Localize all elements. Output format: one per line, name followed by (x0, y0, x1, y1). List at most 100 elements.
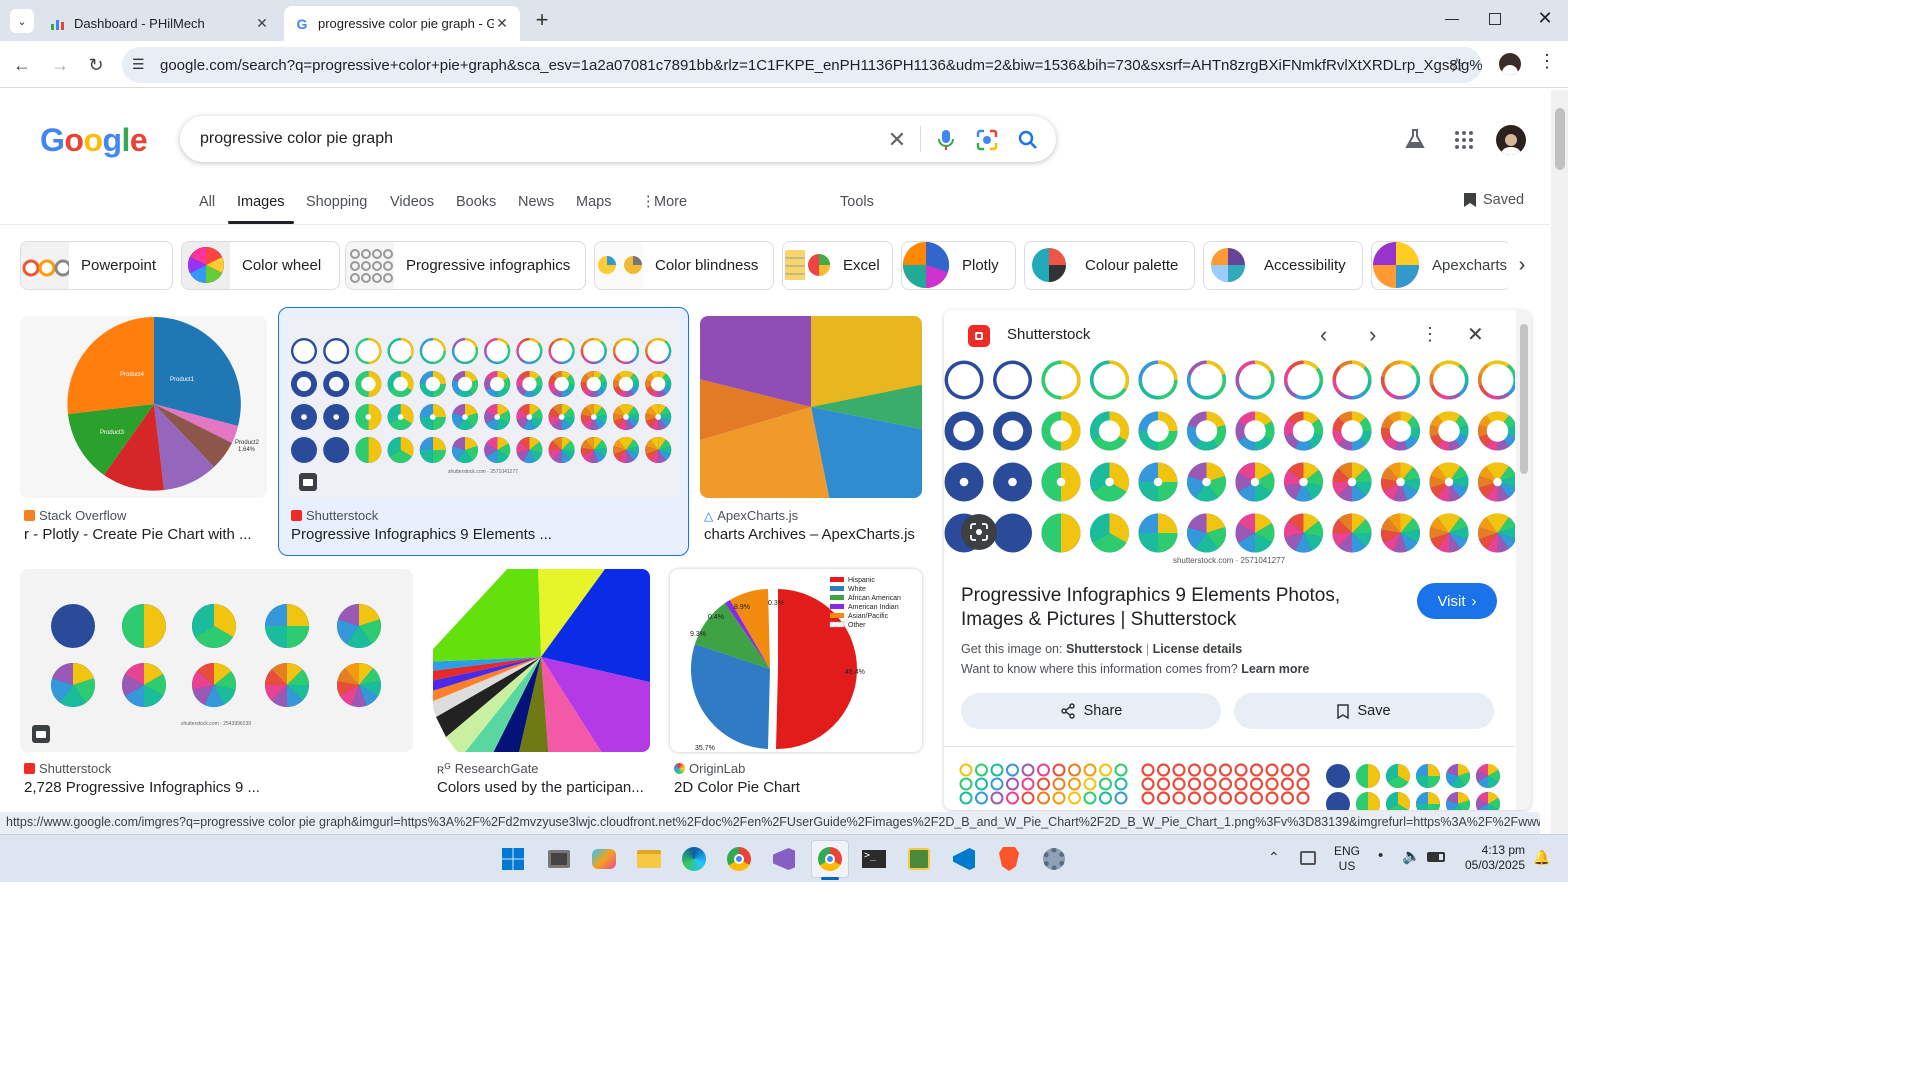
chip-color-wheel[interactable]: Color wheel (181, 241, 340, 290)
copilot-icon[interactable] (588, 843, 620, 875)
chip-apexcharts[interactable]: Apexcharts (1371, 241, 1511, 290)
chip-accessibility[interactable]: Accessibility (1203, 241, 1363, 290)
search-icon[interactable] (1016, 128, 1040, 152)
tray-app-icon[interactable] (1300, 851, 1316, 865)
wifi-icon[interactable]: • (1378, 847, 1383, 864)
edge-browser-icon[interactable] (678, 843, 710, 875)
chip-progressive-infographics[interactable]: Progressive infographics (345, 241, 586, 290)
close-tab-icon[interactable]: ✕ (494, 15, 510, 32)
result-card[interactable]: RG ResearchGate Colors used by the parti… (433, 569, 650, 801)
next-image-icon[interactable]: › (1369, 322, 1376, 348)
app-icon[interactable] (903, 843, 935, 875)
minimize-window-icon[interactable]: — (1442, 10, 1462, 26)
tab-maps[interactable]: Maps (576, 194, 611, 210)
restore-window-icon[interactable] (1489, 13, 1501, 25)
chip-thumbnail (182, 242, 230, 289)
chrome-active-app-icon[interactable] (811, 840, 849, 878)
tab-all[interactable]: All (199, 194, 215, 210)
share-button[interactable]: Share (961, 693, 1221, 729)
chip-colour-palette[interactable]: Colour palette (1024, 241, 1195, 290)
clock[interactable]: 4:13 pm 05/03/2025 (1455, 843, 1525, 873)
visual-studio-icon[interactable] (768, 843, 800, 875)
lens-search-icon[interactable] (975, 128, 999, 152)
task-view-icon[interactable] (543, 843, 575, 875)
chip-excel[interactable]: Excel (782, 241, 893, 290)
back-arrow-icon[interactable]: ← (8, 51, 36, 79)
brave-browser-icon[interactable] (993, 843, 1025, 875)
site-info-icon[interactable]: ☰ (132, 56, 145, 73)
chip-color-blindness[interactable]: Color blindness (594, 241, 774, 290)
language-indicator[interactable]: ENG US (1334, 844, 1360, 874)
result-title[interactable]: Colors used by the participan... (437, 779, 649, 796)
labs-flask-icon[interactable] (1405, 128, 1425, 155)
show-hidden-icons-chevron[interactable]: ⌃ (1268, 849, 1280, 866)
volume-icon[interactable]: 🔈 (1402, 847, 1421, 865)
panel-title[interactable]: Progressive Infographics 9 Elements Phot… (961, 584, 1391, 632)
panel-source-name[interactable]: Shutterstock (1007, 326, 1090, 343)
result-card-selected[interactable]: shutterstock.com · 2571041277 Shuttersto… (278, 307, 689, 556)
chips-scroll-right-icon[interactable]: › (1508, 241, 1536, 290)
file-explorer-icon[interactable] (633, 843, 665, 875)
tab-progressive-color-pie-graph[interactable]: G progressive color pie graph - G ✕ (284, 6, 520, 41)
page-scrollbar[interactable] (1551, 90, 1568, 834)
tab-books[interactable]: Books (456, 194, 496, 210)
search-input[interactable]: progressive color pie graph (180, 116, 1056, 162)
vscode-icon[interactable] (948, 843, 980, 875)
result-card[interactable]: Hispanic White African American American… (670, 569, 922, 801)
tab-dashboard-philmech[interactable]: Dashboard - PHilMech ✕ (40, 6, 280, 41)
notifications-icon[interactable]: 🔔 (1533, 849, 1550, 866)
tab-shopping[interactable]: Shopping (306, 194, 367, 210)
forward-arrow-icon[interactable]: → (46, 51, 74, 79)
label-45-4: 45.4% (845, 669, 865, 676)
lens-overlay-icon[interactable] (961, 514, 997, 550)
result-card[interactable]: △ ApexCharts.js charts Archives – ApexCh… (700, 316, 922, 546)
result-title[interactable]: r - Plotly - Create Pie Chart with ... (24, 526, 264, 543)
terminal-icon[interactable]: >_ (858, 843, 890, 875)
save-button[interactable]: Save (1234, 693, 1494, 729)
progress-ring (1187, 462, 1226, 502)
tab-search-dropdown[interactable]: ⌄ (10, 9, 34, 33)
active-app-indicator (821, 877, 839, 880)
result-card[interactable]: Product4 Product1 Product3 Product2 1.64… (20, 316, 267, 546)
voice-search-icon[interactable] (934, 128, 958, 152)
chrome-browser-icon[interactable] (723, 843, 755, 875)
saved-button[interactable]: Saved (1463, 192, 1524, 208)
windows-start-icon[interactable] (497, 843, 529, 875)
related-images-row[interactable] (958, 762, 1504, 810)
result-card[interactable]: shutterstock.com · 2543996239 Shuttersto… (20, 569, 413, 801)
clear-search-icon[interactable]: ✕ (885, 127, 909, 152)
result-title[interactable]: Progressive Infographics 9 Elements ... (291, 526, 671, 543)
browser-menu-icon[interactable]: ⋮ (1538, 51, 1556, 72)
license-details-link[interactable]: License details (1153, 642, 1243, 656)
tools-button[interactable]: Tools (840, 194, 874, 210)
previous-image-icon[interactable]: ‹ (1320, 322, 1327, 348)
chip-powerpoint[interactable]: Powerpoint (20, 241, 173, 290)
panel-scrollbar[interactable] (1516, 310, 1531, 810)
chip-plotly[interactable]: Plotly (901, 241, 1016, 290)
close-panel-icon[interactable]: ✕ (1467, 322, 1484, 347)
progressive-rings-preview[interactable]: shutterstock.com · 2571041277 (944, 358, 1515, 568)
close-window-icon[interactable]: ✕ (1535, 8, 1555, 29)
visit-button[interactable]: Visit › (1417, 583, 1497, 619)
result-title[interactable]: 2,728 Progressive Infographics 9 ... (24, 779, 404, 796)
tab-videos[interactable]: Videos (390, 194, 434, 210)
account-avatar[interactable] (1496, 125, 1526, 155)
result-title[interactable]: charts Archives – ApexCharts.js (704, 526, 922, 543)
panel-more-options-icon[interactable]: ⋮ (1421, 324, 1439, 345)
settings-gear-icon[interactable] (1038, 843, 1070, 875)
google-logo[interactable]: Google (40, 122, 148, 159)
tab-images[interactable]: Images (237, 194, 285, 210)
reload-icon[interactable]: ↻ (82, 51, 110, 79)
battery-icon[interactable] (1427, 852, 1445, 862)
address-bar[interactable]: ☰ google.com/search?q=progressive+color+… (122, 47, 1482, 83)
new-tab-button[interactable]: + (530, 8, 554, 32)
result-title[interactable]: 2D Color Pie Chart (674, 779, 919, 796)
get-image-source-link[interactable]: Shutterstock (1066, 642, 1142, 656)
google-apps-icon[interactable] (1455, 131, 1473, 149)
tab-news[interactable]: News (518, 194, 554, 210)
close-tab-icon[interactable]: ✕ (254, 15, 270, 32)
profile-avatar[interactable] (1499, 53, 1521, 75)
bookmark-star-icon[interactable]: ☆ (1448, 53, 1466, 78)
learn-more-link[interactable]: Learn more (1241, 662, 1309, 676)
tab-more[interactable]: More (654, 194, 687, 210)
